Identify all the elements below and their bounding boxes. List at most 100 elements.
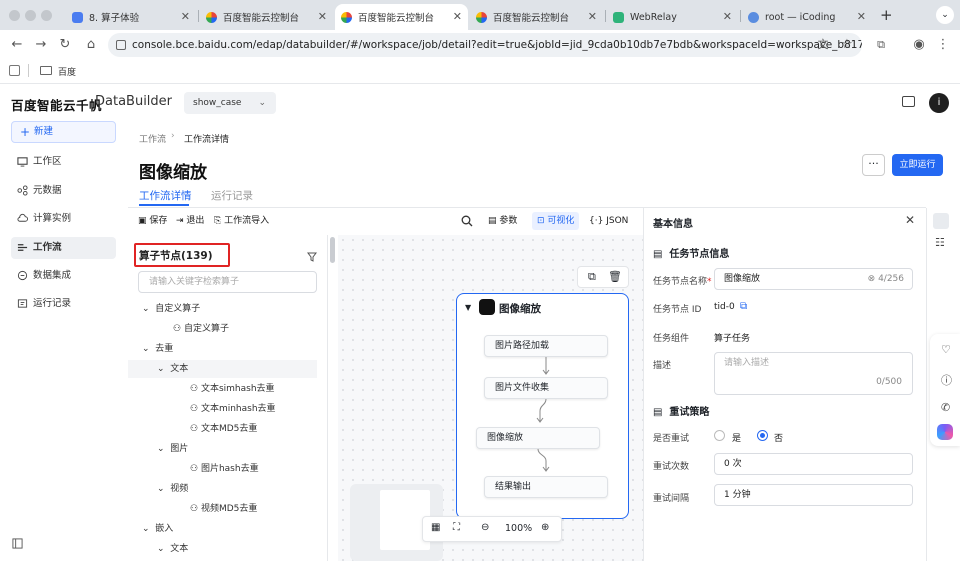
clear-icon[interactable]: ⊗ [868,274,876,284]
chevron-down-icon[interactable]: ⌄ [936,6,954,24]
copy-icon[interactable]: ⧉ [740,301,747,312]
close-icon[interactable]: ✕ [318,10,327,23]
exit-button[interactable]: ⇥ 退出 [176,215,204,227]
browser-tab[interactable]: root — iCoding ✕ [742,4,872,30]
nav-item-integration[interactable]: 数据集成 [11,265,116,287]
avatar[interactable]: i [929,93,949,113]
nav-item-workspace[interactable]: 工作区 [11,151,116,173]
assistant-icon[interactable] [937,424,953,440]
close-icon[interactable]: ✕ [723,10,732,23]
copy-icon[interactable]: ⧉ [588,270,596,284]
tree-group[interactable]: ⌄ 自定义算子 [128,300,328,318]
search-icon[interactable] [461,215,473,227]
document-icon: ▤ [653,407,663,418]
site-settings-icon[interactable] [116,40,126,50]
json-mode-button[interactable]: {·} JSON [589,215,628,227]
forward-icon[interactable]: → [32,36,50,54]
radio-yes-label[interactable]: 是 [732,431,741,444]
fit-view-icon[interactable]: ⛶ [453,522,460,533]
browser-tab[interactable]: 百度智能云控制台 ✕ [200,4,333,30]
help-icon[interactable]: ⓘ [941,372,952,388]
brand-logo[interactable]: 百度智能云千帆 [11,95,102,114]
tree-group[interactable]: ⌄ 嵌入 [128,520,328,538]
url-field[interactable]: console.bce.baidu.com/edap/databuilder/#… [108,33,862,57]
browser-tab[interactable]: 8. 算子体验 ✕ [66,4,196,30]
tab-run-records[interactable]: 运行记录 [211,188,253,203]
wallet-icon[interactable] [902,96,915,107]
back-icon[interactable]: ← [8,36,26,54]
browser-tab-active[interactable]: 百度智能云控制台 ✕ [335,4,468,30]
tree-leaf[interactable]: ⚇ 视频MD5去重 [128,500,328,518]
run-button[interactable]: 立即运行 [892,154,943,176]
reload-icon[interactable]: ↻ [56,36,74,54]
window-close-button[interactable] [9,10,20,21]
task-name-input[interactable]: 图像缩放 ⊗ 4/256 [714,268,913,290]
nav-item-runs[interactable]: 运行记录 [11,293,116,315]
zoom-out-icon[interactable]: ⊖ [481,522,489,533]
browser-tab[interactable]: WebRelay ✕ [607,4,738,30]
flow-step[interactable]: 图片路径加载 [484,335,608,357]
filter-icon[interactable] [307,252,317,262]
import-button[interactable]: ⎘ 工作流导入 [214,215,269,227]
tree-group[interactable]: ⌄ 去重 [128,340,328,358]
retry-interval-input[interactable]: 1 分钟 [714,484,913,506]
tree-leaf[interactable]: ⚇ 文本MD5去重 [128,420,328,438]
new-tab-button[interactable]: + [880,6,893,24]
tree-group[interactable]: ⌄ 文本 [128,360,317,378]
new-button[interactable]: + 新建 [11,121,116,143]
grid-icon[interactable]: ▦ [431,522,440,533]
tree-leaf[interactable]: ⚇ 自定义算子 [128,320,328,338]
breadcrumb-root[interactable]: 工作流 [139,132,166,145]
visual-mode-button[interactable]: ⊡ 可视化 [532,212,580,230]
database-icon[interactable]: ☷ [935,236,945,249]
heart-icon[interactable]: ♡ [941,343,951,356]
apps-grid-icon[interactable] [9,65,20,76]
tree-leaf[interactable]: ⚇ 文本minhash去重 [128,400,328,418]
nav-item-metadata[interactable]: 元数据 [11,180,116,202]
menu-icon[interactable]: ⋮ [934,36,952,54]
browser-tab[interactable]: 百度智能云控制台 ✕ [470,4,603,30]
panel-scrollbar[interactable] [330,237,335,263]
tree-group[interactable]: ⌄ 视频 [128,480,328,498]
nav-item-workflow[interactable]: 工作流 [11,237,116,259]
bookmark-baidu[interactable]: 百度 [58,65,76,78]
delete-icon[interactable]: 🗑 [608,270,622,283]
cloud-icon [17,213,28,222]
close-icon[interactable]: ✕ [905,213,915,227]
close-icon[interactable]: ✕ [181,10,190,23]
zoom-in-icon[interactable]: ⊕ [541,522,549,533]
close-icon[interactable]: ✕ [453,10,462,23]
home-icon[interactable]: ⌂ [82,36,100,54]
close-icon[interactable]: ✕ [857,10,866,23]
operator-search-input[interactable]: 请输入关键字检索算子 [138,271,317,293]
window-zoom-button[interactable] [41,10,52,21]
description-textarea[interactable]: 请输入描述 0/500 [714,352,913,395]
tree-group[interactable]: ⌄ 图片 [128,440,328,458]
close-icon[interactable]: ✕ [588,10,597,23]
params-button[interactable]: ▤ 参数 [488,215,517,227]
workspace-select[interactable]: show_case ⌄ [184,92,276,114]
name-counter: ⊗ 4/256 [867,274,904,284]
retry-count-input[interactable]: 0 次 [714,453,913,475]
profile-icon[interactable]: ◉ [910,36,928,54]
extensions-icon[interactable]: ⧉ [872,36,890,54]
window-minimize-button[interactable] [25,10,36,21]
info-panel-tab[interactable] [933,213,949,229]
more-button[interactable]: ··· [862,154,885,176]
tree-group[interactable]: ⌄ 文本 [128,540,328,558]
phone-icon[interactable]: ✆ [941,401,950,414]
translate-icon[interactable]: 文 [814,36,832,54]
radio-no-label[interactable]: 否 [774,431,783,444]
flow-step[interactable]: 结果输出 [484,476,608,498]
operator-icon: ⚇ [190,404,199,414]
nav-item-compute[interactable]: 计算实例 [11,208,116,230]
bookmark-star-icon[interactable]: ☆ [838,36,856,54]
tree-leaf[interactable]: ⚇ 图片hash去重 [128,460,328,478]
collapse-sidebar-icon[interactable] [12,538,23,549]
caret-down-icon[interactable]: ▼ [465,303,471,312]
save-button[interactable]: ▣ 保存 [138,215,167,227]
tab-workflow-detail[interactable]: 工作流详情 [139,188,192,203]
radio-no[interactable] [757,430,768,441]
radio-yes[interactable] [714,430,725,441]
tree-leaf[interactable]: ⚇ 文本simhash去重 [128,380,328,398]
